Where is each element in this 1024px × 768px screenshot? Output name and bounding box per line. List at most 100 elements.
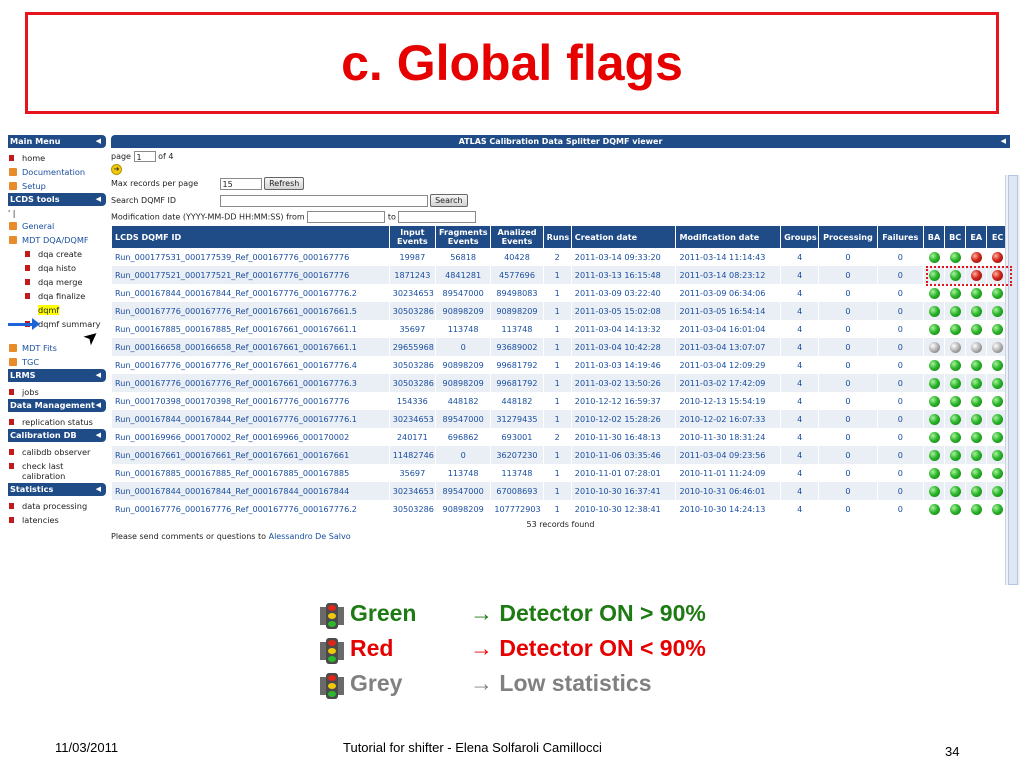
menu-header[interactable]: LRMS ◀ (8, 369, 106, 382)
column-header[interactable]: EA (965, 226, 987, 248)
collapse-icon[interactable]: ◀ (96, 193, 101, 206)
collapse-icon[interactable]: ◀ (96, 429, 101, 442)
table-row[interactable]: Run_000167776_000167776_Ref_000167661_00… (111, 374, 1008, 392)
footer-date: 11/03/2011 (55, 740, 119, 755)
menu-header[interactable]: Statistics ◀ (8, 483, 106, 496)
table-cell: 2011-03-04 14:13:32 (570, 320, 676, 338)
page-input[interactable]: 1 (133, 151, 156, 162)
menu-header[interactable]: Calibration DB ◀ (8, 429, 106, 442)
table-row[interactable]: Run_000167776_000167776_Ref_000167661_00… (111, 302, 1008, 320)
dqmf-id-link[interactable]: Run_000167776_000167776_Ref_000167661_00… (111, 302, 390, 320)
dqmf-id-link[interactable]: Run_000167776_000167776_Ref_000167661_00… (111, 374, 390, 392)
dqmf-id-link[interactable]: Run_000177531_000177539_Ref_000167776_00… (111, 248, 390, 266)
table-row[interactable]: Run_000170398_000170398_Ref_000167776_00… (111, 392, 1008, 410)
table-row[interactable]: Run_000167844_000167844_Ref_000167776_00… (111, 410, 1008, 428)
collapse-icon[interactable]: ◀ (96, 399, 101, 412)
column-header[interactable]: Runs (542, 226, 572, 248)
table-row[interactable]: Run_000177521_000177521_Ref_000167776_00… (111, 266, 1008, 284)
vertical-scrollbar[interactable] (1005, 175, 1020, 585)
dqmf-id-link[interactable]: Run_000177521_000177521_Ref_000167776_00… (111, 266, 390, 284)
table-cell: 2010-10-30 14:24:13 (675, 500, 781, 518)
flag-cell (922, 482, 945, 500)
search-button[interactable]: Search (430, 194, 468, 207)
column-header[interactable]: LCDS DQMF ID (111, 226, 390, 248)
collapse-icon[interactable]: ◀ (96, 135, 101, 148)
table-cell: 30234653 (388, 284, 436, 302)
table-row[interactable]: Run_000167661_000167661_Ref_000167661_00… (111, 446, 1008, 464)
table-row[interactable]: Run_000166658_000166658_Ref_000167661_00… (111, 338, 1008, 356)
dqmf-id-link[interactable]: Run_000167661_000167661_Ref_000167661_00… (111, 446, 390, 464)
column-header[interactable]: Analized Events (490, 226, 544, 248)
column-header[interactable]: Groups (780, 226, 819, 248)
menu-item[interactable]: latencies (8, 513, 106, 527)
menu-item[interactable]: TGC (8, 355, 106, 369)
dqmf-id-link[interactable]: Run_000167776_000167776_Ref_000167776_00… (111, 500, 390, 518)
menu-item[interactable]: dqa merge (8, 275, 106, 289)
dqmf-id-link[interactable]: Run_000167885_000167885_Ref_000167661_00… (111, 320, 390, 338)
table-row[interactable]: Run_000169966_000170002_Ref_000169966_00… (111, 428, 1008, 446)
dqmf-id-link[interactable]: Run_000167844_000167844_Ref_000167776_00… (111, 284, 390, 302)
menu-item[interactable]: General (8, 219, 106, 233)
column-header[interactable]: Input Events (388, 226, 436, 248)
menu-item[interactable]: replication status (8, 415, 106, 429)
refresh-button[interactable]: Refresh (264, 177, 305, 190)
menu-item[interactable]: home (8, 151, 106, 165)
table-row[interactable]: Run_000167885_000167885_Ref_000167661_00… (111, 320, 1008, 338)
menu-item[interactable]: Documentation (8, 165, 106, 179)
menu-item[interactable]: check last calibration (8, 459, 106, 483)
green-flag-icon (970, 287, 982, 299)
table-cell: 2011-03-04 09:23:56 (675, 446, 781, 464)
menu-item[interactable]: calibdb observer (8, 445, 106, 459)
table-cell: 2010-11-06 03:35:46 (570, 446, 676, 464)
mod-date-from-input[interactable] (307, 211, 386, 223)
table-row[interactable]: Run_000167885_000167885_Ref_000167885_00… (111, 464, 1008, 482)
collapse-icon[interactable]: ◀ (96, 483, 101, 496)
scrollbar-thumb[interactable] (1008, 175, 1018, 585)
menu-item[interactable]: data processing (8, 499, 106, 513)
table-cell: 0 (876, 266, 924, 284)
menu-header[interactable]: LCDS tools ◀ (8, 193, 106, 206)
menu-item[interactable]: MDT DQA/DQMF (8, 233, 106, 247)
column-header[interactable]: Creation date (570, 226, 676, 248)
menu-item[interactable]: dqa histo (8, 261, 106, 275)
dqmf-id-link[interactable]: Run_000167844_000167844_Ref_000167776_00… (111, 410, 390, 428)
green-flag-icon (970, 305, 982, 317)
dqmf-id-link[interactable]: Run_000167885_000167885_Ref_000167885_00… (111, 464, 390, 482)
menu-item[interactable]: dqa finalize (8, 289, 106, 303)
dqmf-id-link[interactable]: Run_000169966_000170002_Ref_000169966_00… (111, 428, 390, 446)
flag-cell (944, 302, 966, 320)
contact-link[interactable]: Alessandro De Salvo (269, 532, 351, 541)
collapse-icon[interactable]: ◀ (1001, 135, 1006, 148)
table-cell: 2 (542, 248, 572, 266)
dqmf-id-link[interactable]: Run_000166658_000166658_Ref_000167661_00… (111, 338, 390, 356)
dqmf-id-link[interactable]: Run_000167844_000167844_Ref_000167844_00… (111, 482, 390, 500)
max-records-input[interactable]: 15 (219, 177, 262, 190)
column-header[interactable]: BC (944, 226, 966, 248)
table-row[interactable]: Run_000167844_000167844_Ref_000167844_00… (111, 482, 1008, 500)
menu-item[interactable]: dqmf (8, 303, 106, 317)
menu-header[interactable]: Main Menu ◀ (8, 135, 106, 148)
table-row[interactable]: Run_000177531_000177539_Ref_000167776_00… (111, 248, 1008, 266)
next-page-icon[interactable]: ➜ (111, 164, 122, 175)
search-input[interactable] (219, 194, 428, 207)
table-cell: 2011-03-09 03:22:40 (570, 284, 676, 302)
column-header[interactable]: Fragments Events (434, 226, 491, 248)
menu-item[interactable]: jobs (8, 385, 106, 399)
menu-header[interactable]: Data Management ◀ (8, 399, 106, 412)
column-header[interactable]: Processing (818, 226, 878, 248)
column-header[interactable]: Modification date (675, 226, 781, 248)
dqmf-id-link[interactable]: Run_000167776_000167776_Ref_000167661_00… (111, 356, 390, 374)
table-cell: 40428 (490, 248, 544, 266)
menu-item[interactable]: Setup (8, 179, 106, 193)
mod-date-to-input[interactable] (398, 211, 477, 223)
dqmf-id-link[interactable]: Run_000170398_000170398_Ref_000167776_00… (111, 392, 390, 410)
table-row[interactable]: Run_000167844_000167844_Ref_000167776_00… (111, 284, 1008, 302)
column-header[interactable]: BA (922, 226, 945, 248)
table-row[interactable]: Run_000167776_000167776_Ref_000167661_00… (111, 356, 1008, 374)
column-header[interactable]: Failures (876, 226, 924, 248)
table-cell: 89547000 (434, 482, 491, 500)
menu-item[interactable]: dqa create (8, 247, 106, 261)
table-cell: 30503286 (388, 356, 436, 374)
collapse-icon[interactable]: ◀ (96, 369, 101, 382)
table-row[interactable]: Run_000167776_000167776_Ref_000167776_00… (111, 500, 1008, 518)
